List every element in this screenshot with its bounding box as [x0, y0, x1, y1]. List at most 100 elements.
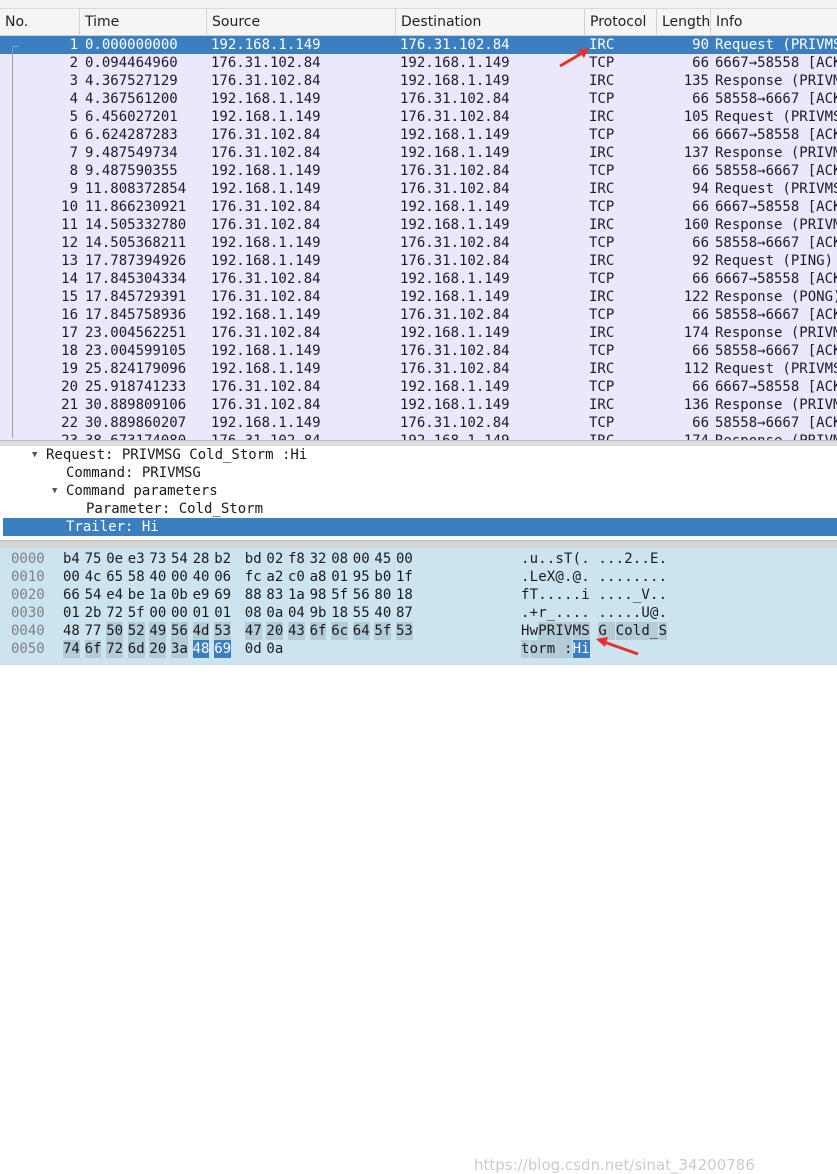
hex-byte[interactable]: 56: [171, 622, 188, 640]
packet-row[interactable]: 4 4.367561200 192.168.1.149 176.31.102.84 TC…: [0, 90, 837, 108]
hex-byte[interactable]: 48: [192, 640, 210, 658]
ascii-char[interactable]: (: [573, 550, 581, 568]
hex-byte[interactable]: a8: [310, 568, 327, 586]
hex-byte[interactable]: 0e: [106, 550, 123, 568]
hex-byte[interactable]: 54: [85, 586, 102, 604]
ascii-char[interactable]: .: [598, 586, 606, 604]
ascii-char[interactable]: .: [659, 550, 667, 568]
hex-byte[interactable]: 53: [396, 622, 413, 640]
hex-byte[interactable]: 01: [193, 604, 210, 622]
ascii-char[interactable]: S: [658, 622, 668, 640]
packet-row[interactable]: 1 0.000000000 192.168.1.149 176.31.102.84 IR…: [0, 36, 837, 54]
packet-row[interactable]: 6 6.624287283 176.31.102.84 192.168.1.149 TC…: [0, 126, 837, 144]
ascii-char[interactable]: _: [547, 604, 555, 622]
hex-byte[interactable]: 01: [214, 604, 231, 622]
ascii-char[interactable]: f: [521, 586, 529, 604]
ascii-char[interactable]: w: [530, 622, 538, 640]
hex-byte[interactable]: c0: [288, 568, 305, 586]
packet-row[interactable]: 16 17.845758936 192.168.1.149 176.31.102.84…: [0, 306, 837, 324]
ascii-char[interactable]: V: [641, 586, 649, 604]
hex-byte[interactable]: 00: [171, 604, 188, 622]
ascii-char[interactable]: L: [530, 568, 538, 586]
ascii-char[interactable]: .: [650, 568, 658, 586]
ascii-char[interactable]: T: [530, 586, 538, 604]
hex-byte[interactable]: 18: [396, 586, 413, 604]
ascii-char[interactable]: M: [572, 622, 582, 640]
ascii-char[interactable]: S: [581, 622, 590, 640]
ascii-char[interactable]: .: [598, 604, 606, 622]
ascii-char[interactable]: .: [555, 586, 563, 604]
hex-byte[interactable]: 6f: [309, 622, 327, 640]
packet-details-pane[interactable]: ▼ Request: PRIVMSG Cold_Storm :Hi Comman…: [0, 446, 837, 540]
packet-row[interactable]: 20 25.918741233 176.31.102.84 192.168.1.149…: [0, 378, 837, 396]
ascii-char[interactable]: .: [521, 550, 529, 568]
ascii-char[interactable]: r: [538, 604, 546, 622]
ascii-char[interactable]: :: [564, 640, 573, 658]
ascii-char[interactable]: .: [538, 586, 546, 604]
hex-byte[interactable]: 75: [85, 550, 102, 568]
packet-row[interactable]: 10 11.866230921 176.31.102.84 192.168.1.149…: [0, 198, 837, 216]
ascii-char[interactable]: .: [616, 604, 624, 622]
ascii-char[interactable]: .: [659, 604, 667, 622]
tree-item-trailer-selected[interactable]: Trailer: Hi: [3, 518, 837, 536]
hex-byte[interactable]: 1a: [288, 586, 305, 604]
hex-byte[interactable]: b4: [63, 550, 80, 568]
hex-byte[interactable]: 69: [214, 586, 231, 604]
ascii-char[interactable]: .: [607, 586, 615, 604]
expanded-triangle-icon[interactable]: ▼: [32, 450, 37, 460]
hex-byte[interactable]: 52: [127, 622, 145, 640]
hex-byte[interactable]: 02: [266, 550, 283, 568]
hex-byte[interactable]: 53: [214, 622, 232, 640]
tree-item-parameter[interactable]: Parameter: Cold_Storm: [86, 500, 263, 518]
hex-byte[interactable]: 00: [396, 550, 413, 568]
hex-byte[interactable]: 9b: [310, 604, 327, 622]
ascii-char[interactable]: .: [641, 568, 649, 586]
packet-row[interactable]: 18 23.004599105 192.168.1.149 176.31.102.84…: [0, 342, 837, 360]
hex-byte[interactable]: e4: [106, 586, 123, 604]
ascii-char[interactable]: .: [616, 586, 624, 604]
ascii-char[interactable]: .: [581, 604, 589, 622]
packet-row[interactable]: 2338.673174080176.31.102.84192.168.1.149…: [0, 432, 837, 440]
column-header-no[interactable]: No.: [0, 9, 80, 35]
tree-item-command[interactable]: Command: PRIVMSG: [66, 464, 201, 482]
packet-row[interactable]: 8 9.487590355 192.168.1.149 176.31.102.84 TC…: [0, 162, 837, 180]
hex-byte[interactable]: 45: [374, 550, 391, 568]
hex-byte[interactable]: bd: [245, 550, 262, 568]
ascii-char[interactable]: .: [607, 568, 615, 586]
hex-byte[interactable]: 50: [106, 622, 124, 640]
ascii-char[interactable]: .: [650, 586, 658, 604]
ascii-char[interactable]: t: [521, 640, 530, 658]
ascii-char[interactable]: _: [633, 586, 641, 604]
ascii-char[interactable]: .: [633, 550, 641, 568]
packet-row[interactable]: 21 30.889809106 176.31.102.84 192.168.1.149…: [0, 396, 837, 414]
hex-byte[interactable]: 77: [85, 622, 102, 640]
ascii-char[interactable]: .: [633, 568, 641, 586]
hex-byte[interactable]: 4c: [85, 568, 102, 586]
ascii-char[interactable]: .: [573, 586, 581, 604]
hex-byte[interactable]: 01: [331, 568, 348, 586]
packet-row[interactable]: 5 6.456027201 192.168.1.149 176.31.102.84 IR…: [0, 108, 837, 126]
hex-byte[interactable]: b0: [374, 568, 391, 586]
hex-byte[interactable]: 72: [106, 604, 123, 622]
hex-byte[interactable]: 87: [396, 604, 413, 622]
hex-byte[interactable]: 47: [244, 622, 262, 640]
hex-byte[interactable]: 74: [63, 640, 80, 658]
ascii-char[interactable]: R: [546, 622, 556, 640]
packet-row[interactable]: 12 14.505368211 192.168.1.149 176.31.102.84…: [0, 234, 837, 252]
ascii-char[interactable]: U: [641, 604, 649, 622]
packet-row[interactable]: 13 17.787394926 192.168.1.149 176.31.102.84…: [0, 252, 837, 270]
hex-byte[interactable]: 0a: [266, 640, 283, 658]
hex-byte[interactable]: 06: [214, 568, 231, 586]
ascii-char[interactable]: m: [546, 640, 556, 658]
hex-byte[interactable]: 73: [149, 550, 166, 568]
hex-byte[interactable]: be: [128, 586, 145, 604]
hex-byte[interactable]: 6f: [84, 640, 102, 658]
ascii-char[interactable]: .: [538, 550, 546, 568]
hex-byte[interactable]: 40: [374, 604, 391, 622]
hex-byte[interactable]: 49: [149, 622, 167, 640]
hex-byte[interactable]: 08: [245, 604, 262, 622]
ascii-char[interactable]: [555, 640, 564, 658]
hex-byte[interactable]: 80: [374, 586, 391, 604]
ascii-char[interactable]: .: [624, 568, 632, 586]
ascii-char[interactable]: .: [616, 568, 624, 586]
